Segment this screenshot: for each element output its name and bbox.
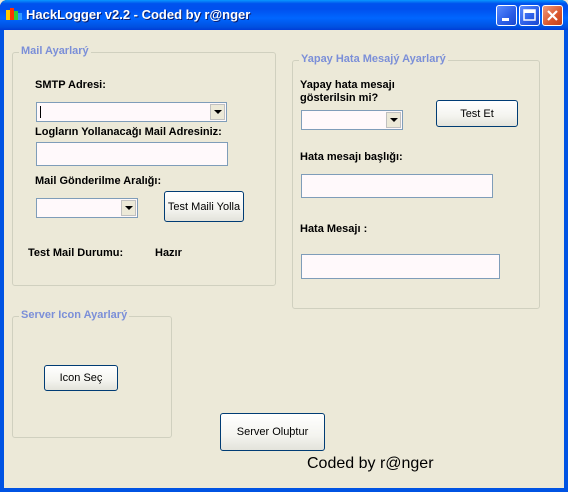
maximize-icon [523, 9, 536, 21]
recipient-label: Logların Yollanacağı Mail Adresiniz: [35, 126, 222, 138]
error-title-label: Hata mesajı başlığı: [300, 151, 403, 163]
test-mail-status-value: Hazır [155, 247, 182, 259]
recipient-email-input[interactable] [36, 142, 228, 166]
title-bar[interactable]: HackLogger v2.2 - Coded by r@nger [0, 0, 568, 30]
window-frame-bottom [0, 488, 568, 492]
error-title-input[interactable] [301, 174, 493, 198]
test-mail-status-label: Test Mail Durumu: [28, 247, 124, 259]
interval-combobox[interactable] [36, 198, 138, 218]
window-title: HackLogger v2.2 - Coded by r@nger [26, 7, 251, 22]
chevron-down-icon[interactable] [121, 200, 136, 216]
credit-text: Coded by r@nger [307, 455, 434, 472]
chevron-down-icon[interactable] [386, 112, 401, 128]
test-mail-button[interactable]: Test Maili Yolla [164, 191, 244, 222]
window-frame-right [564, 30, 568, 492]
create-server-button[interactable]: Server Oluþtur [220, 413, 325, 451]
smtp-label: SMTP Adresi: [35, 79, 106, 91]
client-area: Mail Ayarlarý SMTP Adresi: Logların Yoll… [4, 30, 564, 488]
show-error-label-line2: gösterilsin mi? [300, 92, 379, 104]
fake-error-title: Yapay Hata Mesajý Ayarlarý [299, 53, 448, 65]
server-icon-title: Server Icon Ayarlarý [19, 309, 130, 321]
minimize-button[interactable] [496, 5, 517, 26]
text-caret [40, 106, 41, 118]
show-error-label-line1: Yapay hata mesajı [300, 79, 395, 91]
app-window: HackLogger v2.2 - Coded by r@nger Mail A… [0, 0, 568, 492]
smtp-combobox[interactable] [36, 102, 227, 122]
error-message-label: Hata Mesajı : [300, 223, 368, 235]
error-message-input[interactable] [301, 254, 500, 279]
close-icon [547, 10, 558, 21]
test-error-button[interactable]: Test Et [436, 100, 518, 127]
interval-label: Mail Gönderilme Aralığı: [35, 175, 162, 187]
show-error-combobox[interactable] [301, 110, 403, 130]
maximize-button[interactable] [519, 5, 540, 26]
hacklogger-app-icon [6, 8, 22, 20]
minimize-icon [502, 18, 509, 21]
chevron-down-icon[interactable] [210, 104, 225, 120]
select-icon-button[interactable]: Icon Seç [44, 365, 118, 391]
close-button[interactable] [542, 5, 563, 26]
mail-settings-title: Mail Ayarlarý [19, 45, 91, 57]
